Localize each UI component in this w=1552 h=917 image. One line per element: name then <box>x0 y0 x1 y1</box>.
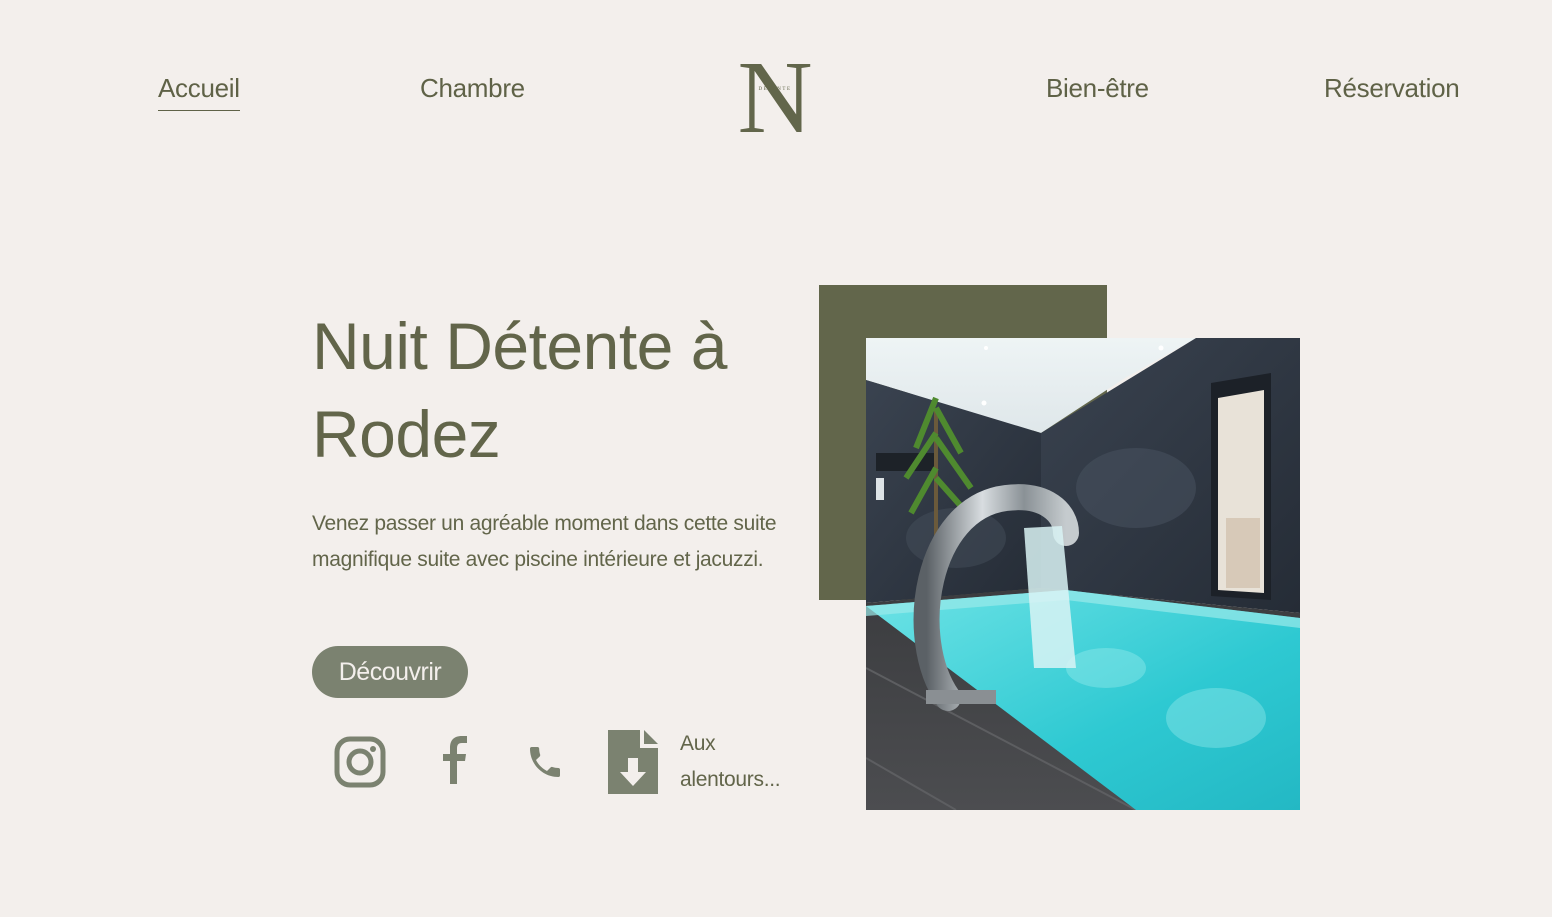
aux-alentours-link[interactable]: Aux alentours... <box>680 726 820 798</box>
pool-photo <box>866 338 1300 810</box>
logo-mark: N DÉTENTE <box>737 40 812 155</box>
file-download-icon[interactable] <box>608 730 658 794</box>
logo[interactable]: N DÉTENTE <box>735 40 815 155</box>
hero-title: Nuit Détente à Rodez <box>312 309 727 471</box>
nav-accueil[interactable]: Accueil <box>158 70 240 111</box>
nav-chambre[interactable]: Chambre <box>420 70 525 106</box>
nav-bien-etre[interactable]: Bien-être <box>1046 70 1149 106</box>
decouvrir-button[interactable]: Découvrir <box>312 646 468 698</box>
logo-tagline: DÉTENTE <box>759 86 792 92</box>
instagram-icon[interactable] <box>334 736 386 788</box>
nav-reservation[interactable]: Réservation <box>1324 70 1460 106</box>
logo-letter: N <box>737 48 812 136</box>
hero-description: Venez passer un agréable moment dans cet… <box>312 512 777 571</box>
phone-icon[interactable] <box>525 742 565 782</box>
facebook-icon[interactable] <box>440 734 474 786</box>
